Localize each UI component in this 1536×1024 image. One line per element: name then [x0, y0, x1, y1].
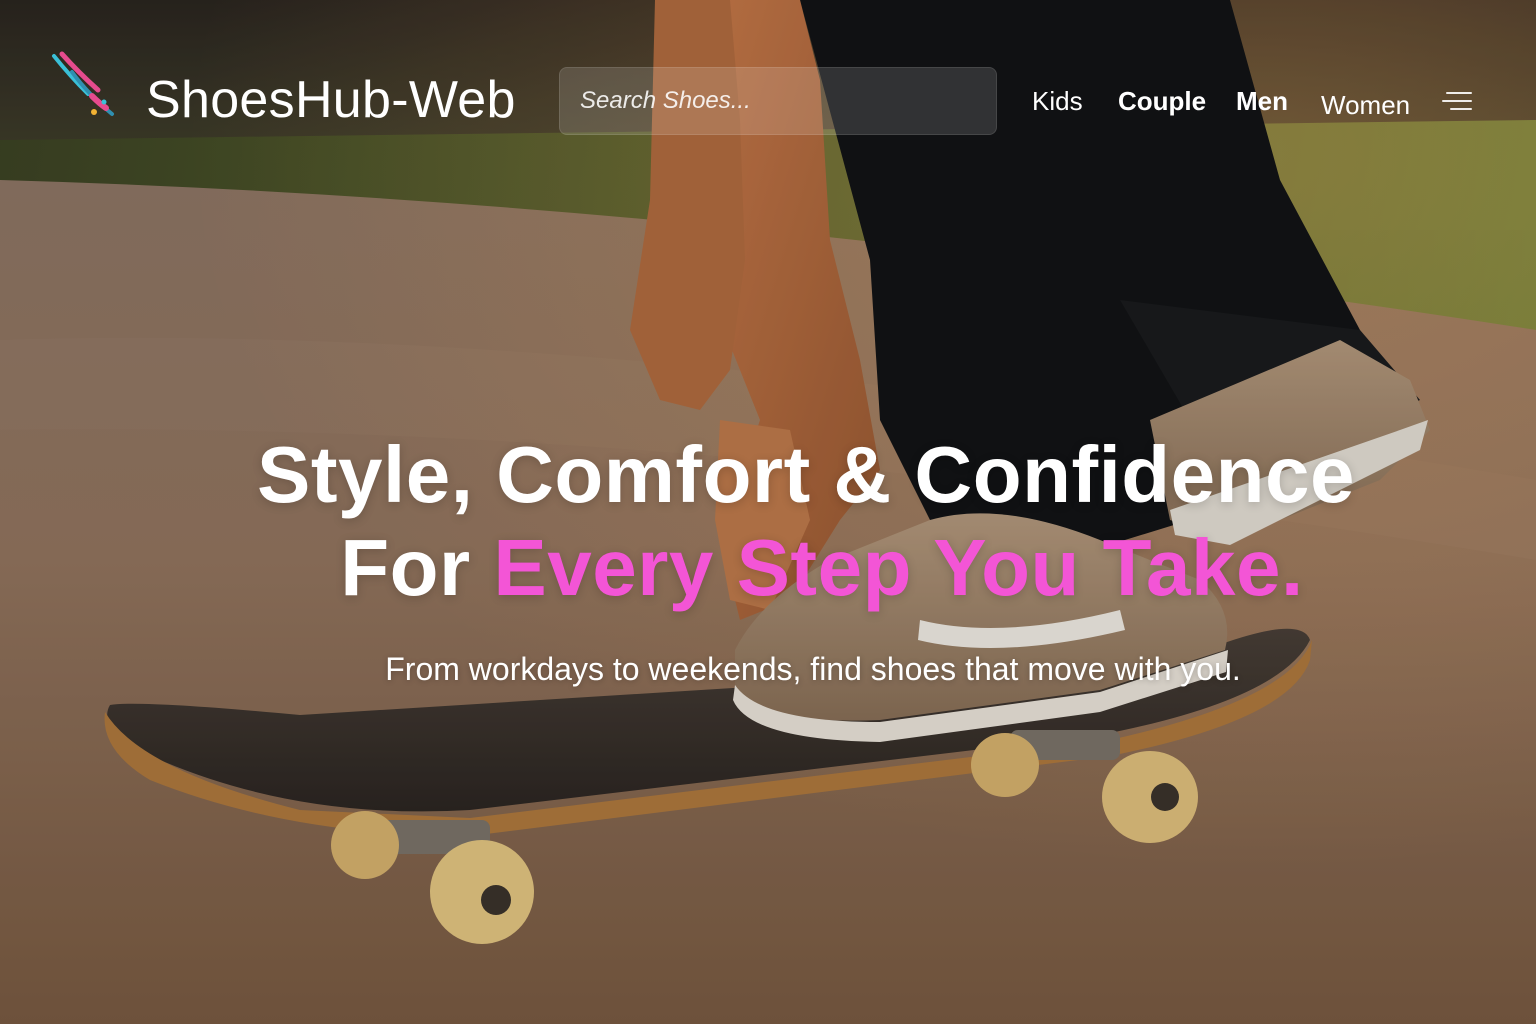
headline-accent: Every Step You Take.: [493, 523, 1304, 612]
nav-link-kids[interactable]: Kids: [1032, 86, 1083, 117]
skateboard-swoosh-logo[interactable]: [48, 50, 120, 122]
search-input[interactable]: [560, 68, 996, 134]
headline-line-1: Style, Comfort & Confidence: [256, 430, 1356, 519]
nav-link-men[interactable]: Men: [1236, 86, 1288, 117]
hamburger-menu-icon[interactable]: [1440, 90, 1472, 116]
menu-line-1: [1446, 92, 1472, 94]
nav-link-women[interactable]: Women: [1321, 90, 1410, 121]
hero-section: ShoesHub-Web Kids Couple Men Women Style…: [0, 0, 1536, 1024]
hero-subtitle: From workdays to weekends, find shoes th…: [385, 651, 1241, 687]
top-navbar: ShoesHub-Web Kids Couple Men Women: [0, 0, 1536, 200]
brand-name[interactable]: ShoesHub-Web: [146, 70, 516, 130]
headline-line-2: For Every Step You Take.: [0, 521, 1536, 614]
nav-link-couple[interactable]: Couple: [1118, 86, 1206, 117]
menu-line-3: [1450, 108, 1472, 110]
menu-line-2: [1442, 100, 1472, 102]
headline-prefix: For: [340, 523, 471, 612]
search-box[interactable]: [559, 67, 997, 135]
hero-headline: Style, Comfort & Confidence For Every St…: [0, 428, 1536, 614]
